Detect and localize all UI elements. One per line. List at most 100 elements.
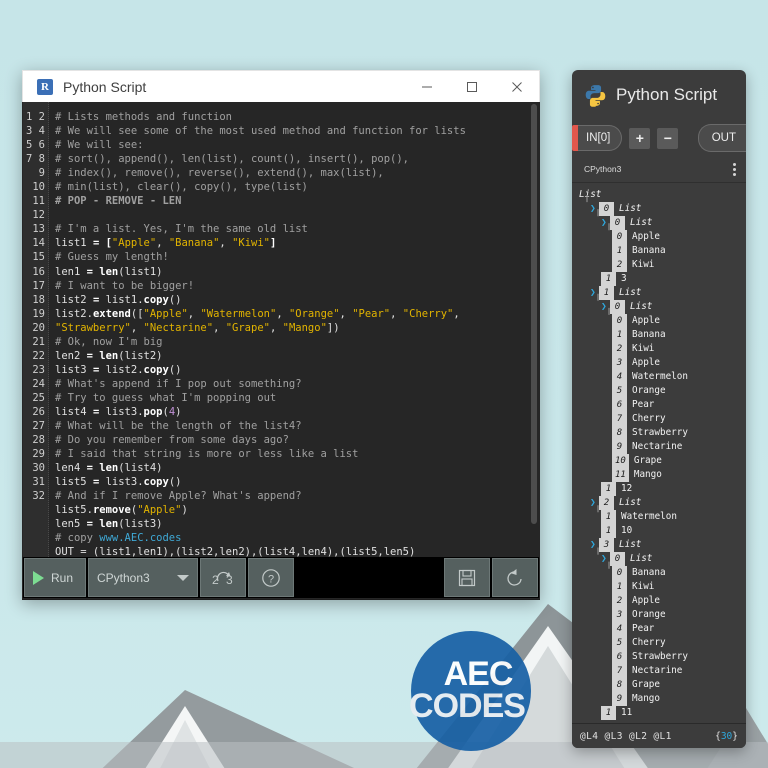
code-token: = [92, 405, 106, 418]
tree-row[interactable]: 1 Banana [577, 327, 746, 343]
code-token: remove [92, 504, 131, 517]
code-token: "Strawberry" [55, 321, 131, 334]
item-index: 1 [601, 523, 616, 539]
editor-scrollbar-thumb[interactable] [531, 104, 537, 524]
code-editor-area[interactable]: 1 2 3 4 5 6 7 8 9 10 11 12 13 14 15 16 1… [22, 102, 540, 557]
tree-row[interactable]: List [577, 188, 746, 202]
tree-row[interactable]: ❯ 1 List [577, 285, 746, 301]
engine-select[interactable]: CPython3 [88, 558, 198, 597]
expand-caret-icon[interactable]: ❯ [590, 202, 599, 216]
tree-row[interactable]: ❯ 0 List [577, 551, 746, 567]
tree-row[interactable]: 9 Nectarine [577, 439, 746, 455]
tree-row[interactable]: 8 Grape [577, 677, 746, 693]
code-token: # Guess my length! [55, 251, 169, 264]
item-value: List [630, 300, 653, 312]
kebab-menu-icon[interactable] [733, 162, 736, 176]
tree-row[interactable]: 1 Kiwi [577, 579, 746, 595]
tree-row[interactable]: 7 Cherry [577, 411, 746, 427]
tree-row[interactable]: 3 Apple [577, 355, 746, 371]
output-port[interactable]: OUT [697, 124, 746, 152]
run-button[interactable]: Run [24, 558, 86, 597]
expand-caret-icon[interactable]: ❯ [601, 216, 610, 230]
aec-codes-watermark-logo: AEC CODES [409, 631, 531, 751]
tree-row[interactable]: 1 Banana [577, 243, 746, 259]
minimize-icon[interactable] [404, 71, 449, 102]
item-index: 1 [601, 705, 616, 721]
level-indicators[interactable]: @L4 @L3 @L2 @L1 [580, 731, 672, 742]
item-value: Cherry [632, 636, 666, 648]
expand-caret-icon[interactable]: ❯ [601, 552, 610, 566]
item-value: List [630, 552, 653, 564]
code-text[interactable]: # Lists methods and function # We will s… [49, 102, 529, 557]
code-token: = [92, 237, 106, 250]
code-token: # What's append if I pop out something? [55, 377, 302, 390]
expand-caret-icon[interactable]: ❯ [590, 286, 599, 300]
save-button[interactable] [444, 558, 490, 597]
node-title: Python Script [616, 85, 718, 104]
code-token: www.AEC.codes [99, 532, 182, 545]
expand-caret-icon[interactable]: ❯ [590, 496, 599, 510]
code-token: ] [270, 237, 277, 250]
item-index: 2 [612, 341, 627, 357]
tree-row[interactable]: 6 Pear [577, 397, 746, 413]
input-port[interactable]: IN[0] [572, 125, 623, 151]
tree-row[interactable]: 7 Nectarine [577, 663, 746, 679]
item-value: Mango [632, 692, 660, 704]
tree-row[interactable]: ❯ 0 List [577, 215, 746, 231]
item-index: 7 [612, 663, 627, 679]
tree-row[interactable]: 0 Banana [577, 565, 746, 581]
item-value: Banana [632, 566, 666, 578]
expand-caret-icon[interactable]: ❯ [590, 538, 599, 552]
tree-row[interactable]: 5 Orange [577, 383, 746, 399]
item-value: Kiwi [632, 342, 655, 354]
tree-row[interactable]: 0 Apple [577, 229, 746, 245]
code-token: pop [143, 405, 163, 418]
help-button[interactable]: ? [248, 558, 294, 597]
output-preview-tree[interactable]: List ❯ 0 List ❯ 0 List 0 Apple 1 Banana 2 Kiwi 1 3 ❯ 1 Li… [572, 183, 746, 723]
add-port-button[interactable]: + [629, 127, 651, 149]
item-value: Banana [632, 244, 666, 256]
item-index: 1 [599, 285, 614, 301]
tree-row[interactable]: 1 11 [577, 705, 746, 721]
engine-select-label: CPython3 [97, 570, 150, 585]
maximize-icon[interactable] [449, 71, 494, 102]
tree-row[interactable]: 2 Apple [577, 593, 746, 609]
close-icon[interactable] [494, 71, 539, 102]
tree-row[interactable]: 8 Strawberry [577, 425, 746, 441]
remove-port-button[interactable]: − [657, 127, 679, 149]
tree-row[interactable]: 6 Strawberry [577, 649, 746, 665]
code-token: # What will be the length of the list4? [55, 420, 302, 433]
tree-row[interactable]: ❯ 3 List [577, 537, 746, 553]
tree-row[interactable]: 13 [577, 271, 746, 287]
tree-row[interactable]: ❯ 0 List [577, 201, 746, 217]
watermark-line-2: CODES [409, 687, 526, 725]
tree-row[interactable]: 9 Mango [577, 691, 746, 707]
tree-row[interactable]: 2 Kiwi [577, 341, 746, 357]
tree-row[interactable]: 5 Cherry [577, 635, 746, 651]
tree-row[interactable]: 1 12 [577, 481, 746, 497]
python2-to-3-icon: 2 3 [212, 571, 233, 587]
code-token: # index(), remove(), reverse(), extend()… [55, 167, 384, 180]
tree-row[interactable]: 2 Kiwi [577, 257, 746, 273]
tree-row[interactable]: 3 Orange [577, 607, 746, 623]
window-titlebar[interactable]: R Python Script [22, 70, 540, 102]
tree-row[interactable]: ❯ 0 List [577, 299, 746, 315]
revert-button[interactable] [492, 558, 538, 597]
tree-row[interactable]: 10 Grape [577, 453, 746, 469]
tree-row[interactable]: 1 Watermelon [577, 509, 746, 525]
tree-row[interactable]: ❯ 2 List [577, 495, 746, 511]
tree-row[interactable]: 4 Pear [577, 621, 746, 637]
editor-scrollbar[interactable] [529, 102, 539, 557]
code-token: , [390, 307, 403, 320]
tree-row[interactable]: 11 Mango [577, 467, 746, 483]
item-index: 3 [612, 355, 627, 371]
tree-row[interactable]: 0 Apple [577, 313, 746, 329]
item-value: Pear [632, 398, 655, 410]
tree-row[interactable]: 4 Watermelon [577, 369, 746, 385]
code-token: "Apple" [143, 307, 188, 320]
expand-caret-icon[interactable]: ❯ [601, 300, 610, 314]
code-token: "Grape" [225, 321, 270, 334]
python2-to-3-button[interactable]: 2 3 [200, 558, 246, 597]
tree-row[interactable]: 1 10 [577, 523, 746, 539]
code-token: list2 [55, 293, 93, 306]
